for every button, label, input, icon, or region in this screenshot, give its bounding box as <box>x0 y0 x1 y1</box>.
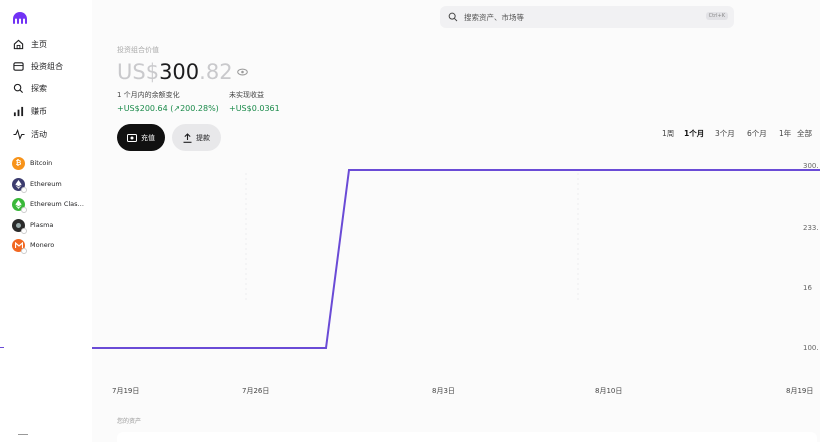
y-tick-label: 16 <box>803 284 812 292</box>
x-tick-label: 8月19日 <box>786 387 814 395</box>
assets-card <box>117 432 817 442</box>
range-1y[interactable]: 1年 <box>779 128 791 139</box>
collapse-sidebar-icon[interactable] <box>18 434 28 442</box>
kraken-logo-icon[interactable] <box>12 11 28 25</box>
eye-icon[interactable] <box>236 68 248 76</box>
activity-icon <box>12 128 25 141</box>
sidebar-item-home[interactable]: 主页 <box>12 35 47 53</box>
balance-change-value: +US$200.64 (↗200.28%) <box>117 104 219 113</box>
search-input[interactable]: 搜索资产、市场等 Ctrl+K <box>440 6 734 28</box>
sidebar-item-earn[interactable]: 赚币 <box>12 102 47 120</box>
range-6m[interactable]: 6个月 <box>747 128 767 139</box>
y-tick-label: 233. <box>803 224 819 232</box>
bar-chart-icon <box>12 105 25 118</box>
deposit-label: 充值 <box>141 133 155 142</box>
unrealized-gain-value: +US$0.0361 <box>229 104 280 113</box>
withdraw-label: 提款 <box>196 133 210 142</box>
y-tick-label: 300. <box>803 162 819 170</box>
withdraw-button[interactable]: 提款 <box>172 124 221 151</box>
unrealized-gain-label: 未实现收益 <box>229 91 264 99</box>
x-tick-label: 7月26日 <box>242 387 270 395</box>
portfolio-value-decimal: .82 <box>199 60 233 84</box>
keyboard-shortcut-badge: Ctrl+K <box>705 12 728 20</box>
portfolio-line <box>92 169 820 349</box>
wallet-icon <box>12 60 25 73</box>
portfolio-value-label: 投资组合价值 <box>117 46 159 54</box>
portfolio-currency: US$ <box>117 60 160 84</box>
y-tick-label: 100. <box>803 344 819 352</box>
balance-change-label: 1 个月内的余额变化 <box>117 91 180 99</box>
sidebar-item-explore[interactable]: 探索 <box>12 79 47 97</box>
upload-icon <box>183 132 192 143</box>
range-3m[interactable]: 3个月 <box>715 128 735 139</box>
search-placeholder: 搜索资产、市场等 <box>464 12 524 22</box>
x-tick-label: 8月10日 <box>595 387 623 395</box>
sidebar-item-label: 活动 <box>31 129 47 139</box>
deposit-icon <box>127 133 137 142</box>
chart-line-edge <box>0 347 4 348</box>
portfolio-chart[interactable]: 300. 233. 16 100. <box>0 150 820 400</box>
sidebar-item-label: 投资组合 <box>31 61 63 71</box>
deposit-button[interactable]: 充值 <box>117 124 165 151</box>
sidebar-item-label: 探索 <box>31 83 47 93</box>
portfolio-value-integer: 300 <box>159 60 200 84</box>
sidebar-item-label: 主页 <box>31 39 47 49</box>
range-all[interactable]: 全部 <box>797 128 812 139</box>
range-1w[interactable]: 1周 <box>662 128 674 139</box>
x-tick-label: 7月19日 <box>112 387 140 395</box>
sidebar-item-activity[interactable]: 活动 <box>12 125 47 143</box>
range-1m[interactable]: 1个月 <box>684 128 704 139</box>
sidebar-item-label: 赚币 <box>31 106 47 116</box>
search-icon <box>12 82 25 95</box>
x-tick-label: 8月3日 <box>432 387 455 395</box>
sidebar-item-portfolio[interactable]: 投资组合 <box>12 57 63 75</box>
home-icon <box>12 38 25 51</box>
assets-section-label: 您的资产 <box>117 418 142 425</box>
search-icon <box>448 12 458 22</box>
portfolio-value: US$ 300.82 <box>117 60 248 84</box>
